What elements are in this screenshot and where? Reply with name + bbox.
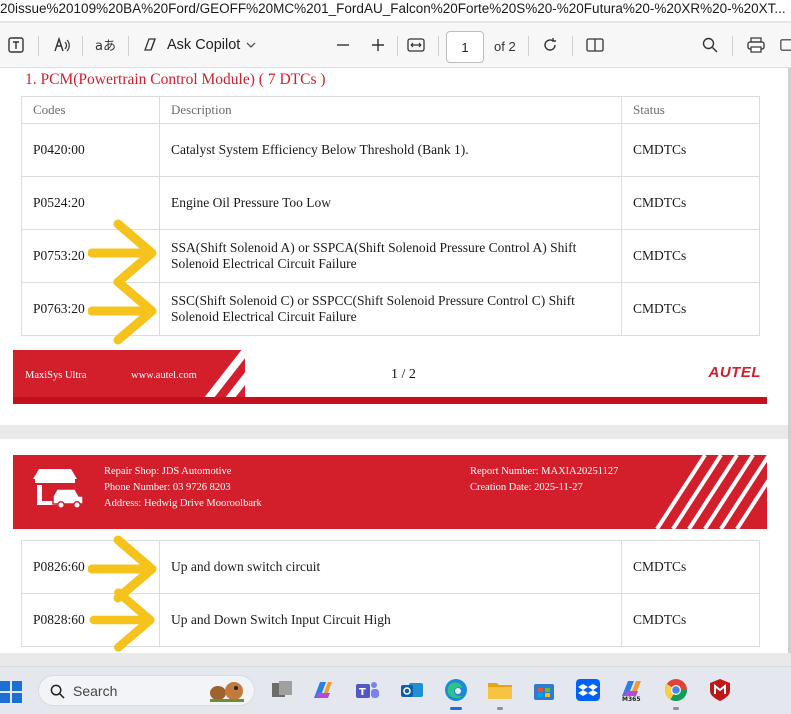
- dtc-description: Up and Down Switch Input Circuit High: [159, 593, 622, 647]
- translate-icon[interactable]: aあ: [92, 31, 118, 59]
- toolbar-divider: [732, 36, 733, 56]
- dtc-status: CMDTCs: [621, 123, 760, 177]
- dtc-status: CMDTCs: [621, 593, 760, 647]
- repair-shop-text: Repair Shop: JDS Automotive: [104, 466, 232, 477]
- fit-page-icon[interactable]: [403, 31, 429, 59]
- read-aloud-icon[interactable]: [49, 31, 73, 59]
- dtc-status: CMDTCs: [621, 282, 760, 336]
- dtc-code: P0420:00: [21, 123, 160, 177]
- copilot-icon: [144, 38, 156, 51]
- zoom-in-button[interactable]: [367, 31, 389, 59]
- search-placeholder: Search: [73, 683, 118, 699]
- dtc-status: CMDTCs: [621, 229, 760, 283]
- autel-logo: AUTEL: [708, 364, 761, 381]
- dtc-description: Up and down switch circuit: [159, 540, 622, 594]
- ask-copilot-label: Ask Copilot: [167, 37, 241, 53]
- windows-taskbar: Search T M365: [0, 666, 791, 714]
- footer-page-number: 1 / 2: [391, 367, 416, 382]
- microsoft-store-icon[interactable]: [530, 676, 558, 704]
- page-total-label: of 2: [494, 39, 516, 54]
- phone-number-text: Phone Number: 03 9726 8203: [104, 482, 231, 493]
- edge-browser-icon[interactable]: [442, 676, 470, 710]
- toolbar-divider: [528, 36, 529, 56]
- pdf-document-area[interactable]: 1. PCM(Powertrain Control Module) ( 7 DT…: [0, 68, 791, 653]
- document-url-title: 20issue%20109%20BA%20Ford/GEOFF%20MC%201…: [0, 1, 786, 16]
- zoom-out-button[interactable]: [332, 31, 354, 59]
- text-mode-icon[interactable]: [4, 31, 28, 59]
- page-number-input[interactable]: 1: [446, 31, 484, 63]
- dtc-status: CMDTCs: [621, 176, 760, 230]
- page-view-icon[interactable]: [583, 31, 607, 59]
- dtc-status: CMDTCs: [621, 540, 760, 594]
- column-header-codes: Codes: [21, 96, 160, 124]
- print-icon[interactable]: [743, 31, 769, 59]
- footer-product: MaxiSys Ultra: [25, 370, 87, 381]
- task-view-icon[interactable]: [268, 676, 296, 704]
- toolbar-divider: [438, 36, 439, 56]
- footer-bottom-stripe: [13, 397, 767, 404]
- toolbar-divider: [572, 36, 573, 56]
- taskbar-search-box[interactable]: Search: [38, 675, 255, 706]
- search-icon[interactable]: [698, 31, 722, 59]
- header-diagonal-lines: [655, 455, 767, 529]
- toolbar-divider: [128, 36, 129, 56]
- dtc-description: Catalyst System Efficiency Below Thresho…: [159, 123, 622, 177]
- screen: 20issue%20109%20BA%20Ford/GEOFF%20MC%201…: [0, 0, 791, 714]
- mcafee-icon[interactable]: [706, 676, 734, 704]
- m365-icon[interactable]: M365: [618, 676, 646, 704]
- teams-icon[interactable]: T: [353, 676, 381, 704]
- file-explorer-icon[interactable]: [486, 676, 514, 710]
- toolbar-divider: [82, 36, 83, 56]
- svg-text:T: T: [359, 687, 366, 698]
- column-header-description: Description: [159, 96, 622, 124]
- save-icon[interactable]: [780, 31, 791, 59]
- dtc-description: Engine Oil Pressure Too Low: [159, 176, 622, 230]
- highlight-arrow-icon: [88, 277, 157, 345]
- table-header-row: Codes Description Status: [21, 96, 760, 124]
- footer-website: www.autel.com: [131, 370, 197, 381]
- address-text: Address: Hedwig Drive Mooroolbark: [104, 498, 262, 509]
- m365-label: M365: [622, 696, 641, 703]
- search-icon: [50, 684, 65, 699]
- report-header-band: Repair Shop: JDS Automotive Phone Number…: [13, 455, 767, 529]
- outlook-icon[interactable]: [398, 676, 426, 704]
- browser-title-bar: 20issue%20109%20BA%20Ford/GEOFF%20MC%201…: [0, 0, 791, 22]
- windows-start-icon[interactable]: [0, 681, 24, 703]
- ask-copilot-button[interactable]: Ask Copilot: [141, 31, 263, 59]
- creation-date-text: Creation Date: 2025-11-27: [470, 482, 583, 493]
- highlight-arrow-icon: [89, 588, 155, 652]
- chrome-icon[interactable]: [662, 676, 690, 710]
- search-highlight-squirrel-icon: [210, 682, 244, 702]
- dtc-description: SSA(Shift Solenoid A) or SSPCA(Shift Sol…: [159, 229, 622, 283]
- rotate-icon[interactable]: [538, 31, 562, 59]
- toolbar-divider: [397, 36, 398, 56]
- page-footer-band: MaxiSys Ultra www.autel.com 1 / 2 AUTEL: [13, 350, 767, 404]
- report-number-text: Report Number: MAXIA20251127: [470, 466, 619, 477]
- column-header-status: Status: [621, 96, 760, 124]
- dtc-description: SSC(Shift Solenoid C) or SSPCC(Shift Sol…: [159, 282, 622, 336]
- repair-shop-icon: [33, 469, 84, 509]
- toolbar-divider: [38, 36, 39, 56]
- table-row: P0420:00 Catalyst System Efficiency Belo…: [21, 123, 760, 177]
- copilot-app-icon[interactable]: [309, 676, 337, 704]
- svg-text:aあ: aあ: [95, 39, 115, 54]
- pdf-toolbar: aあ Ask Copilot: [0, 23, 791, 68]
- chevron-down-icon: [246, 42, 256, 48]
- footer-white-panel: [245, 350, 767, 397]
- section-title: 1. PCM(Powertrain Control Module) ( 7 DT…: [25, 71, 326, 88]
- dropbox-icon[interactable]: [574, 676, 602, 704]
